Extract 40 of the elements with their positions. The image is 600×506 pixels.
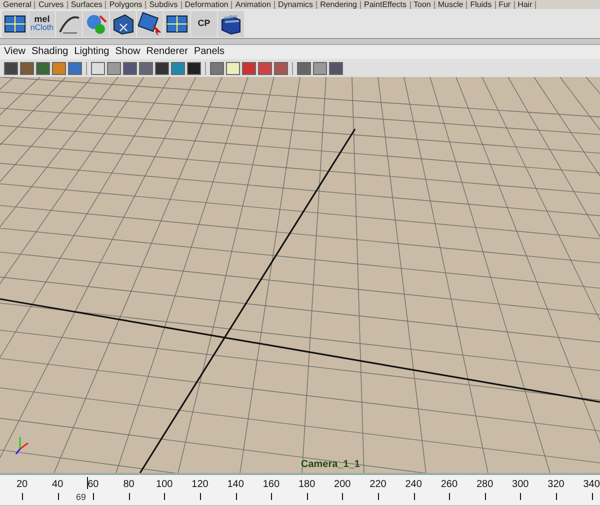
- tick-label: 160: [262, 478, 280, 492]
- panel-menu-item[interactable]: Renderer: [146, 47, 188, 57]
- panel-menu-item[interactable]: Shading: [32, 47, 68, 57]
- tick-label: 220: [370, 478, 386, 492]
- tick-label: 60: [88, 478, 99, 492]
- tick-label: 80: [123, 478, 134, 492]
- tick-label: 280: [476, 478, 494, 492]
- panel-menu-item[interactable]: Panels: [194, 47, 225, 57]
- toolbar-icon[interactable]: [155, 62, 169, 74]
- axis-gizmo-icon: [15, 437, 28, 454]
- cursor-icon: [138, 12, 162, 36]
- shelf-button[interactable]: [137, 10, 163, 36]
- tick-label: 200: [334, 478, 351, 492]
- panel-menu-item[interactable]: Show: [115, 47, 140, 57]
- tick-label: 180: [298, 478, 316, 492]
- tick-label: 140: [227, 478, 244, 492]
- tick-label: 300: [512, 478, 529, 492]
- tick-label: 20: [16, 478, 28, 492]
- camera-label: Camera_1_1: [301, 458, 360, 472]
- current-frame: 69: [76, 491, 86, 504]
- tick-label: 240: [405, 478, 422, 492]
- toolbar-icon[interactable]: [187, 62, 201, 74]
- frame-marker: [87, 477, 88, 489]
- tick-label: 320: [548, 478, 564, 492]
- shelf-button[interactable]: [164, 10, 190, 36]
- shelf-button[interactable]: [2, 10, 28, 36]
- box-icon: [111, 12, 135, 36]
- shelf-button[interactable]: mel nCloth: [29, 10, 55, 36]
- toolbar-icon[interactable]: [329, 62, 343, 74]
- panel-menu-item[interactable]: View: [4, 47, 26, 57]
- shelf-button[interactable]: [110, 10, 136, 36]
- tick-label: 120: [192, 478, 208, 492]
- shelf-button[interactable]: CP: [191, 10, 217, 36]
- tick-label: 260: [440, 478, 458, 492]
- panel-menu-item[interactable]: Lighting: [74, 47, 110, 57]
- tick-label: 100: [156, 478, 173, 492]
- toolbar-icon[interactable]: [123, 62, 137, 74]
- tick-label: 40: [52, 478, 64, 492]
- toolbar-icon[interactable]: [4, 62, 18, 74]
- tick-label: 340: [583, 478, 600, 492]
